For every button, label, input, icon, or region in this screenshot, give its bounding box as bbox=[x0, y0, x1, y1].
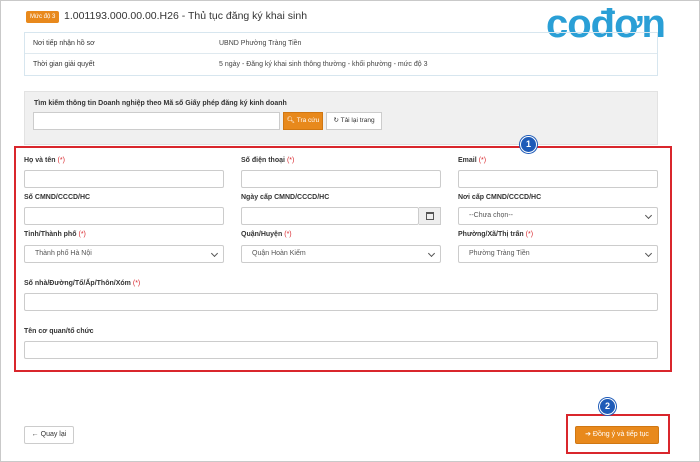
procedure-title: 1.001193.000.00.00.H26 - Thủ tục đăng ký… bbox=[64, 10, 308, 22]
id-number-label: Số CMND/CCCD/HC bbox=[24, 194, 91, 201]
required-mark: (*) bbox=[525, 231, 534, 238]
full-name-input[interactable] bbox=[24, 170, 224, 188]
required-mark: (*) bbox=[286, 157, 295, 164]
search-label: Tìm kiếm thông tin Doanh nghiệp theo Mã … bbox=[34, 100, 287, 107]
required-mark: (*) bbox=[78, 231, 86, 238]
district-select[interactable]: Quận Hoàn Kiếm bbox=[241, 245, 441, 263]
street-address-input[interactable] bbox=[24, 293, 658, 311]
procedure-info-table: Nơi tiếp nhận hồ sơ UBND Phường Tràng Ti… bbox=[24, 32, 658, 76]
continue-button-label: Đồng ý và tiếp tục bbox=[592, 431, 649, 438]
street-address-label: Số nhà/Đường/Tổ/Ấp/Thôn/Xóm (*) bbox=[24, 280, 141, 287]
level-badge: Mức độ 3 bbox=[26, 11, 60, 23]
province-select[interactable]: Thành phố Hà Nội bbox=[24, 245, 224, 263]
organization-input[interactable] bbox=[24, 341, 658, 359]
info-label: Nơi tiếp nhận hồ sơ bbox=[33, 39, 95, 47]
search-icon: 🔍︎ bbox=[286, 117, 296, 124]
calendar-icon bbox=[426, 212, 434, 220]
arrow-right-icon: ➔ bbox=[585, 431, 591, 438]
full-name-label: Họ và tên (*) bbox=[24, 157, 65, 164]
lookup-button[interactable]: 🔍︎ Tra cứu bbox=[283, 112, 323, 130]
email-label: Email (*) bbox=[458, 157, 487, 164]
reload-button-label: Tải lại trang bbox=[340, 117, 375, 124]
info-value: UBND Phường Tràng Tiền bbox=[219, 39, 302, 47]
arrow-left-icon: ← bbox=[31, 431, 39, 438]
back-button-label: Quay lại bbox=[40, 431, 67, 438]
issue-date-label: Ngày cấp CMND/CCCD/HC bbox=[241, 194, 330, 201]
issue-place-label: Nơi cấp CMND/CCCD/HC bbox=[458, 194, 542, 201]
info-value: 5 ngày - Đăng ký khai sinh thông thường … bbox=[219, 61, 428, 68]
province-selected: Thành phố Hà Nội bbox=[35, 250, 92, 257]
step-badge-2: 2 bbox=[599, 398, 616, 415]
issue-place-select[interactable]: --Chưa chọn-- bbox=[458, 207, 658, 225]
required-mark: (*) bbox=[478, 157, 487, 164]
business-search-panel: Tìm kiếm thông tin Doanh nghiệp theo Mã … bbox=[24, 91, 658, 145]
date-picker-button[interactable] bbox=[419, 207, 441, 225]
info-label: Thời gian giải quyết bbox=[33, 61, 95, 68]
issue-date-input[interactable] bbox=[241, 207, 419, 225]
lookup-button-label: Tra cứu bbox=[296, 117, 320, 124]
id-number-input[interactable] bbox=[24, 207, 224, 225]
district-selected: Quận Hoàn Kiếm bbox=[252, 250, 306, 257]
province-label: Tỉnh/Thành phố (*) bbox=[24, 231, 86, 238]
business-license-search-input[interactable] bbox=[33, 112, 280, 130]
ward-label: Phường/Xã/Thị trấn (*) bbox=[458, 231, 534, 238]
agree-continue-button[interactable]: ➔ Đồng ý và tiếp tục bbox=[575, 426, 659, 444]
ward-select[interactable]: Phường Tràng Tiền bbox=[458, 245, 658, 263]
organization-label: Tên cơ quan/tổ chức bbox=[24, 328, 94, 335]
district-label: Quận/Huyện (*) bbox=[241, 231, 292, 238]
required-mark: (*) bbox=[57, 157, 65, 164]
required-mark: (*) bbox=[284, 231, 292, 238]
info-row: Thời gian giải quyết 5 ngày - Đăng ký kh… bbox=[25, 54, 657, 75]
phone-label: Số điện thoại (*) bbox=[241, 157, 295, 164]
back-button[interactable]: ← Quay lại bbox=[24, 426, 74, 444]
phone-input[interactable] bbox=[241, 170, 441, 188]
refresh-icon: ↻ bbox=[333, 117, 339, 124]
info-row: Nơi tiếp nhận hồ sơ UBND Phường Tràng Ti… bbox=[25, 33, 657, 54]
ward-selected: Phường Tràng Tiền bbox=[469, 250, 530, 257]
issue-place-selected: --Chưa chọn-- bbox=[469, 212, 513, 219]
email-input[interactable] bbox=[458, 170, 658, 188]
required-mark: (*) bbox=[132, 280, 141, 287]
step-badge-1: 1 bbox=[520, 136, 537, 153]
reload-page-button[interactable]: ↻ Tải lại trang bbox=[326, 112, 382, 130]
